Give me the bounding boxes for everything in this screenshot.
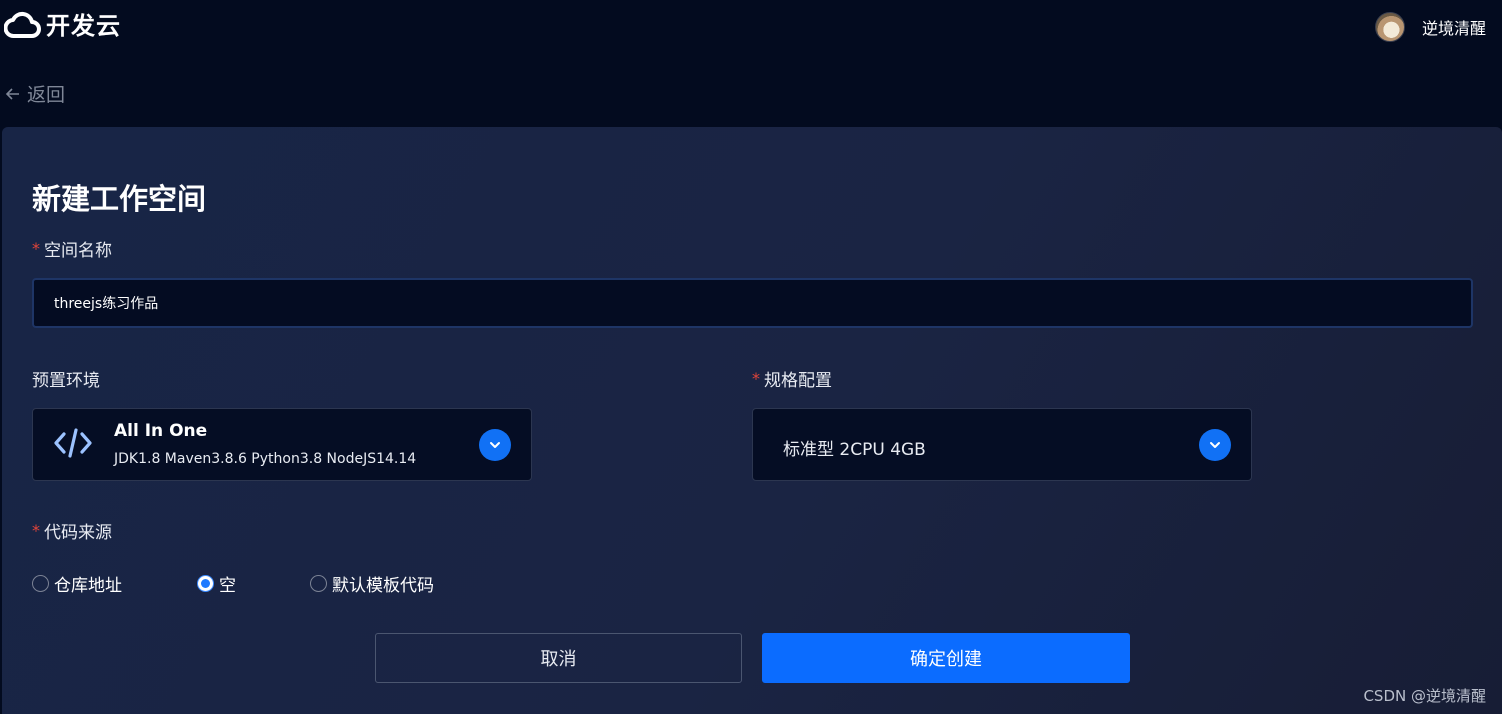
spec-label-text: 规格配置: [764, 371, 832, 391]
watermark: CSDN @逆境清醒: [1363, 687, 1486, 705]
spec-field-label: * 规格配置: [752, 366, 832, 391]
env-field-label: 预置环境: [32, 366, 100, 391]
user-menu[interactable]: 逆境清醒: [1374, 12, 1486, 42]
app-name: 开发云: [46, 12, 121, 40]
workspace-name-input[interactable]: [32, 278, 1473, 328]
source-label-text: 代码来源: [44, 523, 112, 543]
required-mark: *: [32, 239, 40, 258]
radio-repo-url[interactable]: 仓库地址: [32, 571, 122, 596]
env-select[interactable]: All In One JDK1.8 Maven3.8.6 Python3.8 N…: [32, 408, 532, 481]
required-mark: *: [752, 369, 760, 388]
avatar[interactable]: [1374, 12, 1405, 42]
radio-button[interactable]: [310, 575, 327, 592]
back-link[interactable]: 返回: [5, 80, 65, 107]
env-label-text: 预置环境: [32, 371, 100, 391]
radio-label[interactable]: 空: [219, 571, 236, 596]
chevron-down-icon[interactable]: [479, 429, 511, 461]
env-name: All In One: [114, 421, 208, 441]
create-workspace-panel: 新建工作空间 * 空间名称 预置环境 All In One JDK1.8 Mav…: [2, 127, 1502, 714]
chevron-down-icon[interactable]: [1199, 429, 1231, 461]
back-label[interactable]: 返回: [27, 80, 65, 107]
radio-button-checked[interactable]: [197, 575, 214, 592]
cloud-logo-icon: [4, 11, 42, 41]
arrow-left-icon: [5, 86, 21, 102]
env-description: JDK1.8 Maven3.8.6 Python3.8 NodeJS14.14: [114, 451, 417, 467]
spec-value: 标准型 2CPU 4GB: [783, 440, 926, 460]
code-icon: [53, 426, 93, 464]
name-label-text: 空间名称: [44, 241, 112, 261]
confirm-create-button[interactable]: 确定创建: [762, 633, 1130, 683]
user-name[interactable]: 逆境清醒: [1422, 15, 1486, 39]
name-field-label: * 空间名称: [32, 236, 112, 261]
page-title: 新建工作空间: [32, 182, 207, 216]
radio-default-template[interactable]: 默认模板代码: [310, 571, 434, 596]
logo[interactable]: 开发云: [4, 10, 121, 42]
radio-button[interactable]: [32, 575, 49, 592]
spec-select[interactable]: 标准型 2CPU 4GB: [752, 408, 1252, 481]
radio-empty[interactable]: 空: [197, 571, 236, 596]
radio-label[interactable]: 仓库地址: [54, 571, 122, 596]
radio-label[interactable]: 默认模板代码: [332, 571, 434, 596]
required-mark: *: [32, 521, 40, 540]
cancel-button[interactable]: 取消: [375, 633, 742, 683]
source-field-label: * 代码来源: [32, 518, 112, 543]
page: 开发云 逆境清醒 返回 新建工作空间 * 空间名称 预置环境: [0, 0, 1502, 714]
top-bar: 开发云 逆境清醒: [0, 0, 1502, 56]
